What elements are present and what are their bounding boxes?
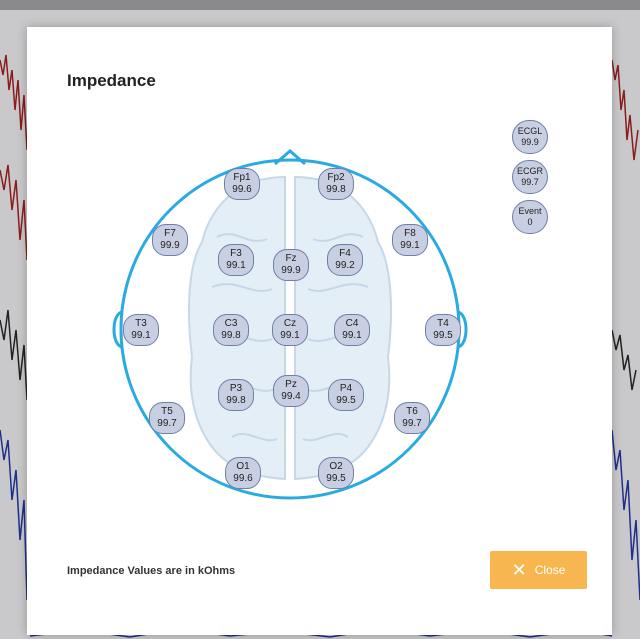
electrode-value: 99.1	[342, 330, 362, 341]
electrode-label: C3	[224, 318, 238, 329]
electrode-label: O2	[329, 461, 343, 472]
electrode-value: 99.7	[402, 418, 422, 429]
electrode-label: P3	[229, 383, 243, 394]
electrode-o2[interactable]: O2 99.5	[318, 457, 354, 489]
electrode-fp1[interactable]: Fp1 99.6	[224, 168, 260, 200]
electrode-value: 99.9	[281, 265, 301, 276]
electrode-value: 99.7	[157, 418, 177, 429]
close-button[interactable]: ✕ Close	[490, 551, 587, 589]
electrode-cz[interactable]: Cz 99.1	[272, 314, 308, 346]
channel-label: ECGR	[516, 166, 543, 176]
electrode-t5[interactable]: T5 99.7	[149, 402, 185, 434]
electrode-c4[interactable]: C4 99.1	[334, 314, 370, 346]
channel-label: ECGL	[517, 126, 543, 136]
electrode-value: 99.8	[226, 395, 246, 406]
channel-event[interactable]: Event 0	[512, 200, 548, 234]
electrode-f8[interactable]: F8 99.1	[392, 224, 428, 256]
channel-ecgr[interactable]: ECGR 99.7	[512, 160, 548, 194]
electrode-f3[interactable]: F3 99.1	[218, 244, 254, 276]
electrode-c3[interactable]: C3 99.8	[213, 314, 249, 346]
electrode-value: 99.8	[221, 330, 241, 341]
channel-value: 0	[527, 217, 533, 227]
channel-value: 99.7	[521, 177, 539, 187]
electrode-p4[interactable]: P4 99.5	[328, 379, 364, 411]
electrode-label: Fp2	[327, 172, 345, 183]
impedance-units-note: Impedance Values are in kOhms	[67, 565, 236, 577]
electrode-label: P4	[339, 383, 353, 394]
electrode-pz[interactable]: Pz 99.4	[273, 375, 309, 407]
electrode-o1[interactable]: O1 99.6	[225, 457, 261, 489]
electrode-label: Fz	[285, 253, 297, 264]
electrode-label: T6	[406, 406, 418, 417]
electrode-label: Fp1	[233, 172, 251, 183]
electrode-label: F4	[339, 248, 351, 259]
electrode-label: F3	[230, 248, 242, 259]
electrode-label: Pz	[285, 379, 297, 390]
channel-ecgl[interactable]: ECGL 99.9	[512, 120, 548, 154]
nose-marker	[274, 149, 306, 166]
channel-label: Event	[518, 206, 542, 216]
electrode-label: O1	[236, 461, 250, 472]
electrode-value: 99.1	[226, 260, 246, 271]
electrode-value: 99.8	[326, 184, 346, 195]
electrode-value: 99.5	[336, 395, 356, 406]
electrode-f7[interactable]: F7 99.9	[152, 224, 188, 256]
close-icon: ✕	[511, 560, 527, 580]
electrode-label: T5	[161, 406, 173, 417]
electrode-t4[interactable]: T4 99.5	[425, 314, 461, 346]
electrode-label: C4	[345, 318, 359, 329]
electrode-value: 99.1	[131, 330, 151, 341]
electrode-value: 99.6	[232, 184, 252, 195]
electrode-value: 99.4	[281, 391, 301, 402]
electrode-f4[interactable]: F4 99.2	[327, 244, 363, 276]
electrode-fz[interactable]: Fz 99.9	[273, 249, 309, 281]
close-button-label: Close	[534, 563, 566, 577]
electrode-value: 99.9	[160, 240, 180, 251]
electrode-label: T4	[437, 318, 449, 329]
electrode-t3[interactable]: T3 99.1	[123, 314, 159, 346]
electrode-value: 99.5	[326, 473, 346, 484]
electrode-value: 99.6	[233, 473, 253, 484]
electrode-value: 99.1	[280, 330, 300, 341]
electrode-value: 99.5	[433, 330, 453, 341]
electrode-p3[interactable]: P3 99.8	[218, 379, 254, 411]
electrode-label: F8	[404, 228, 416, 239]
electrode-label: F7	[164, 228, 176, 239]
electrode-label: T3	[135, 318, 147, 329]
impedance-dialog: Impedance Fp1 99.6 Fp2 99.8 F7 99.9 F8 9…	[27, 27, 612, 635]
electrode-label: Cz	[283, 318, 297, 329]
electrode-value: 99.1	[400, 240, 420, 251]
electrode-t6[interactable]: T6 99.7	[394, 402, 430, 434]
electrode-fp2[interactable]: Fp2 99.8	[318, 168, 354, 200]
electrode-value: 99.2	[335, 260, 355, 271]
channel-value: 99.9	[521, 137, 539, 147]
